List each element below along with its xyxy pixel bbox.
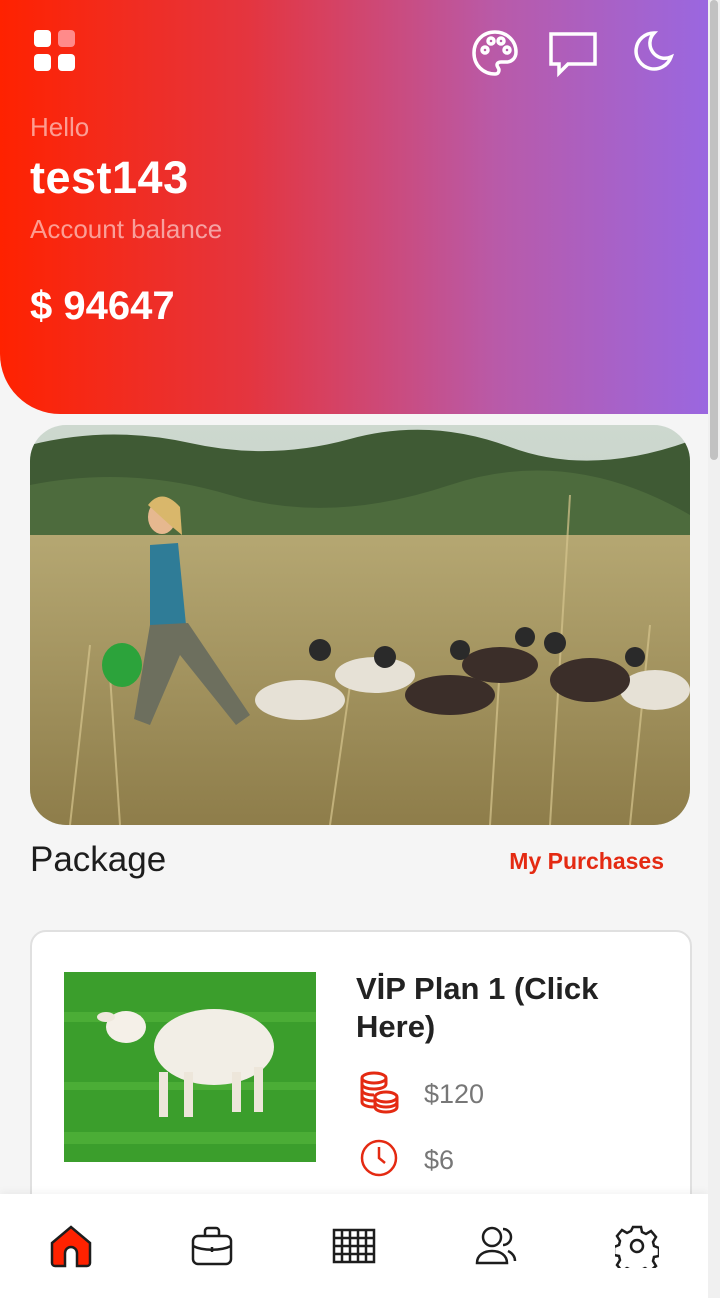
- nav-calendar[interactable]: [326, 1218, 382, 1274]
- briefcase-icon: [192, 1226, 233, 1266]
- nav-users[interactable]: [468, 1218, 524, 1274]
- username: test143: [30, 152, 189, 203]
- plan-daily-value: $6: [424, 1145, 455, 1175]
- users-icon: [475, 1226, 516, 1265]
- clock-icon: [358, 1137, 400, 1184]
- palette-icon[interactable]: [470, 28, 520, 78]
- bottom-navigation: [0, 1194, 708, 1298]
- package-card[interactable]: VİP Plan 1 (Click Here) $120 $6: [30, 930, 692, 1234]
- package-image: [64, 972, 316, 1162]
- nav-settings[interactable]: [609, 1218, 665, 1274]
- coins-icon: [358, 1070, 400, 1119]
- calendar-grid-icon: [332, 1228, 376, 1264]
- nav-briefcase[interactable]: [184, 1218, 240, 1274]
- moon-icon[interactable]: [626, 28, 676, 78]
- message-icon[interactable]: [548, 28, 598, 78]
- section-title-package: Package: [30, 840, 167, 879]
- nav-home[interactable]: [43, 1218, 99, 1274]
- banner-image: [30, 425, 690, 825]
- greeting-text: Hello: [30, 112, 90, 142]
- plan-price-value: $120: [424, 1079, 485, 1109]
- plan-price: $120: [358, 1070, 484, 1119]
- grid-menu-icon[interactable]: [34, 30, 76, 72]
- account-balance: $ 94647: [30, 284, 175, 328]
- balance-label: Account balance: [30, 214, 223, 244]
- plan-daily-income: $6: [358, 1137, 454, 1184]
- home-icon: [50, 1225, 92, 1268]
- settings-icon: [615, 1225, 660, 1268]
- my-purchases-link[interactable]: My Purchases: [509, 848, 664, 875]
- plan-name: VİP Plan 1 (Click Here): [356, 971, 599, 1044]
- scrollbar-thumb[interactable]: [710, 0, 718, 460]
- header-banner: Hello test143 Account balance $ 94647: [0, 0, 708, 414]
